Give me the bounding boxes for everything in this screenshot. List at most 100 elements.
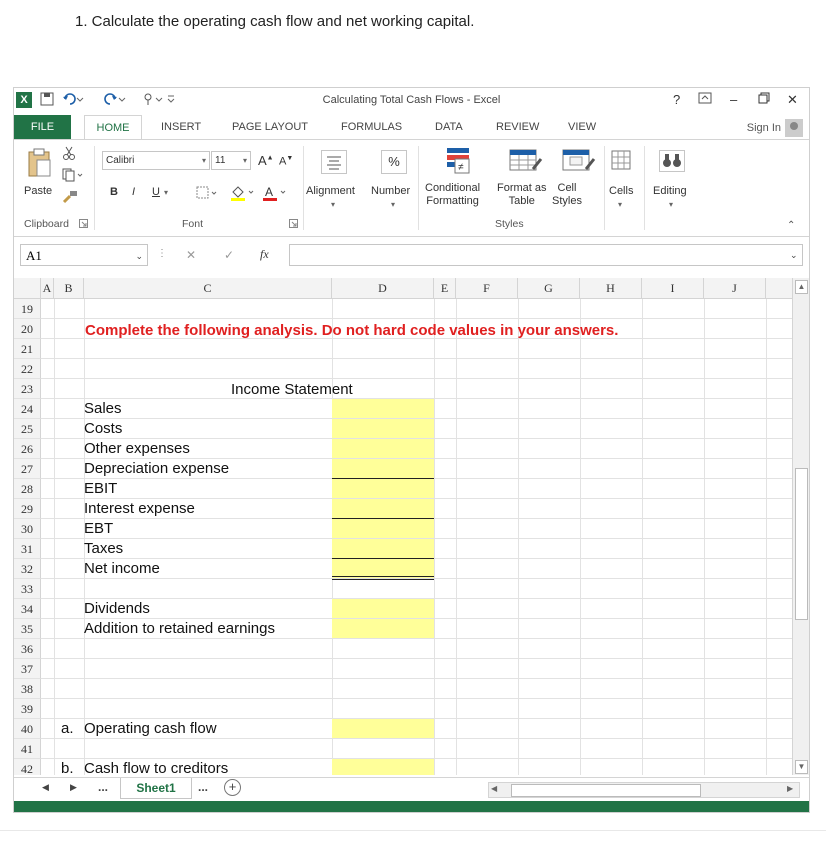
- alignment-icon[interactable]: [321, 150, 347, 177]
- confirm-entry-icon[interactable]: ✓: [224, 248, 234, 262]
- select-all-corner[interactable]: [14, 278, 41, 299]
- cells-icon[interactable]: [611, 150, 631, 173]
- income-statement-input-cells[interactable]: [332, 399, 434, 579]
- prev-sheet-icon[interactable]: ◀: [42, 782, 49, 793]
- add-sheet-icon[interactable]: +: [224, 779, 241, 796]
- row-header[interactable]: 38: [14, 679, 41, 699]
- row-header[interactable]: 42: [14, 759, 41, 775]
- borders-icon[interactable]: [196, 186, 218, 203]
- cell-styles-button[interactable]: Cell Styles: [552, 182, 582, 208]
- tab-data[interactable]: DATA: [435, 121, 463, 133]
- column-header-j[interactable]: J: [704, 278, 766, 299]
- column-header-c[interactable]: C: [84, 278, 332, 299]
- close-icon[interactable]: ✕: [787, 92, 798, 108]
- tab-formulas[interactable]: FORMULAS: [341, 121, 402, 133]
- cell-styles-icon[interactable]: [562, 147, 596, 178]
- column-header-g[interactable]: G: [518, 278, 580, 299]
- row-header[interactable]: 27: [14, 459, 41, 479]
- row-header[interactable]: 35: [14, 619, 41, 639]
- more-sheets-right[interactable]: ...: [198, 780, 208, 794]
- sheet-tab-sheet1[interactable]: Sheet1: [120, 778, 192, 799]
- row-header[interactable]: 40: [14, 719, 41, 739]
- clipboard-launcher-icon[interactable]: [79, 219, 88, 231]
- number-button[interactable]: Number: [371, 185, 410, 197]
- insert-function-icon[interactable]: fx: [260, 247, 269, 262]
- help-button[interactable]: ?: [673, 92, 680, 107]
- row-header[interactable]: 28: [14, 479, 41, 499]
- copy-icon[interactable]: [62, 168, 84, 185]
- column-header-h[interactable]: H: [580, 278, 642, 299]
- tab-home[interactable]: HOME: [84, 115, 142, 139]
- conditional-formatting-button[interactable]: Conditional Formatting: [425, 182, 480, 208]
- tab-file[interactable]: FILE: [14, 115, 71, 139]
- row-header[interactable]: 32: [14, 559, 41, 579]
- row-header[interactable]: 22: [14, 359, 41, 379]
- operating-cash-flow-cell[interactable]: [332, 719, 434, 739]
- collapse-ribbon-icon[interactable]: ⌃: [787, 220, 795, 231]
- row-header[interactable]: 30: [14, 519, 41, 539]
- column-header-e[interactable]: E: [434, 278, 456, 299]
- cut-icon[interactable]: [62, 146, 76, 163]
- column-header-a[interactable]: A: [41, 278, 54, 299]
- name-box[interactable]: A1 ⌄: [20, 244, 148, 266]
- row-header[interactable]: 41: [14, 739, 41, 759]
- font-name-select[interactable]: Calibri ▾: [102, 151, 210, 170]
- row-header[interactable]: 33: [14, 579, 41, 599]
- bold-button[interactable]: B: [110, 186, 118, 198]
- expand-formula-bar-icon[interactable]: ⌄: [790, 250, 798, 261]
- column-header-f[interactable]: F: [456, 278, 518, 299]
- format-as-table-icon[interactable]: [509, 147, 543, 178]
- scroll-up-icon[interactable]: ▲: [795, 280, 808, 294]
- format-painter-icon[interactable]: [62, 190, 78, 207]
- horizontal-scroll-thumb[interactable]: [511, 784, 701, 797]
- next-sheet-icon[interactable]: ▶: [70, 782, 77, 793]
- column-header-b[interactable]: B: [54, 278, 84, 299]
- row-header[interactable]: 21: [14, 339, 41, 359]
- scroll-down-icon[interactable]: ▼: [795, 760, 808, 774]
- scroll-left-icon[interactable]: ◀: [491, 784, 497, 793]
- tab-page-layout[interactable]: PAGE LAYOUT: [232, 121, 308, 133]
- paste-icon[interactable]: [26, 148, 52, 181]
- format-as-table-button[interactable]: Format as Table: [497, 182, 547, 208]
- vertical-scrollbar[interactable]: ▲ ▼: [792, 278, 809, 775]
- horizontal-scrollbar[interactable]: ◀ ▶: [488, 782, 800, 798]
- shrink-font-icon[interactable]: A▼: [279, 155, 293, 168]
- conditional-formatting-icon[interactable]: ≠: [445, 146, 473, 179]
- cancel-entry-icon[interactable]: ✕: [186, 248, 196, 262]
- italic-button[interactable]: I: [132, 186, 135, 198]
- underline-button[interactable]: U: [152, 186, 160, 198]
- font-launcher-icon[interactable]: [289, 219, 298, 231]
- editing-button[interactable]: Editing: [653, 185, 687, 197]
- worksheet-grid[interactable]: A B C D E F G H I J 19 20 21 22 23 24 25 26 27 28…: [14, 278, 792, 775]
- fill-color-icon[interactable]: [230, 184, 258, 205]
- vertical-scroll-thumb[interactable]: [795, 468, 808, 620]
- row-header[interactable]: 29: [14, 499, 41, 519]
- column-header-i[interactable]: I: [642, 278, 704, 299]
- cash-flow-to-creditors-cell[interactable]: [332, 759, 434, 775]
- binoculars-icon[interactable]: [659, 150, 685, 175]
- font-color-icon[interactable]: A: [262, 184, 290, 205]
- font-size-select[interactable]: 11 ▾: [211, 151, 251, 170]
- grow-font-icon[interactable]: A▲: [258, 153, 274, 168]
- underline-dropdown-icon[interactable]: ▾: [164, 188, 168, 197]
- sign-in[interactable]: Sign In: [747, 119, 803, 137]
- row-header[interactable]: 24: [14, 399, 41, 419]
- row-header[interactable]: 36: [14, 639, 41, 659]
- formula-input[interactable]: [289, 244, 803, 266]
- row-header[interactable]: 25: [14, 419, 41, 439]
- minimize-icon[interactable]: –: [730, 92, 737, 107]
- row-header[interactable]: 23: [14, 379, 41, 399]
- tab-insert[interactable]: INSERT: [161, 121, 201, 133]
- tab-view[interactable]: VIEW: [568, 121, 596, 133]
- row-header[interactable]: 39: [14, 699, 41, 719]
- column-header-k[interactable]: [766, 278, 792, 299]
- row-header[interactable]: 26: [14, 439, 41, 459]
- ribbon-display-options-icon[interactable]: [698, 92, 712, 107]
- row-header[interactable]: 31: [14, 539, 41, 559]
- scroll-right-icon[interactable]: ▶: [787, 784, 793, 793]
- tab-review[interactable]: REVIEW: [496, 121, 539, 133]
- row-header[interactable]: 19: [14, 299, 41, 319]
- cells-button[interactable]: Cells: [609, 185, 633, 197]
- column-header-d[interactable]: D: [332, 278, 434, 299]
- restore-icon[interactable]: [758, 92, 770, 107]
